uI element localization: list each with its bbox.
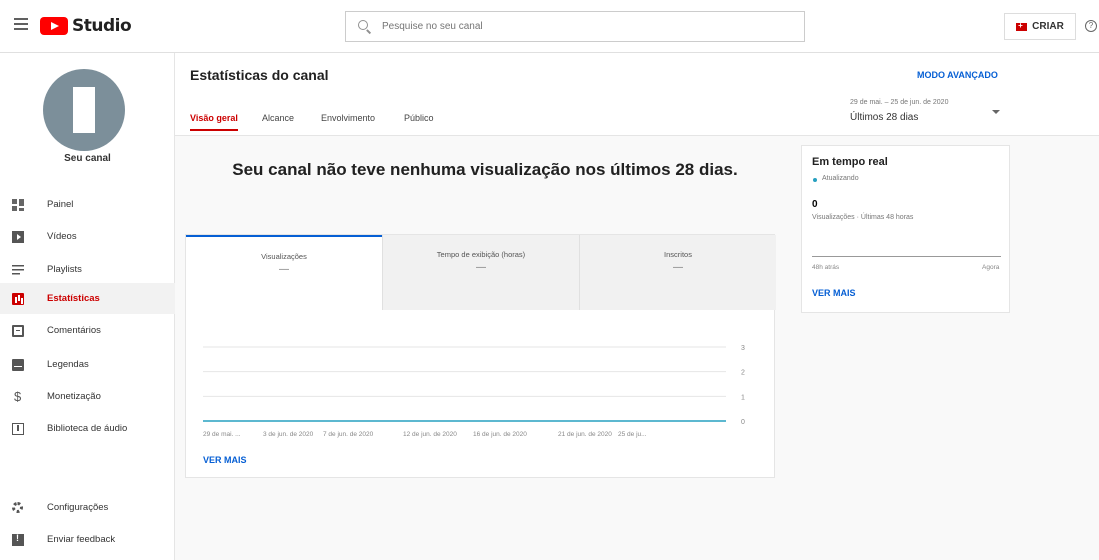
- metric-label: Visualizações: [261, 252, 307, 261]
- metric-value: —: [279, 264, 289, 275]
- y-tick-label: 0: [741, 419, 745, 426]
- realtime-card: Em tempo real Atualizando 0 Visualizaçõe…: [801, 145, 1010, 313]
- date-range[interactable]: 29 de mai. – 25 de jun. de 2020: [850, 99, 948, 106]
- realtime-status: Atualizando: [822, 175, 859, 182]
- metric-tabs: Visualizações — Tempo de exibição (horas…: [186, 235, 776, 310]
- comment-icon: [12, 324, 24, 337]
- metric-tab-watch-time[interactable]: Tempo de exibição (horas) —: [382, 235, 579, 310]
- chevron-down-icon[interactable]: [992, 110, 1000, 114]
- realtime-count: 0: [812, 199, 818, 210]
- sidebar-item-audio-library[interactable]: Biblioteca de áudio: [0, 413, 175, 444]
- sidebar-item-label: Playlists: [47, 264, 82, 275]
- sidebar-item-playlists[interactable]: Playlists: [0, 254, 175, 285]
- tab-audience[interactable]: Público: [404, 113, 434, 129]
- sidebar-item-monetization[interactable]: $ Monetização: [0, 381, 175, 412]
- sidebar: Seu canal Painel Vídeos Playlists Estatí…: [0, 53, 175, 560]
- studio-logo[interactable]: Studio: [40, 16, 132, 36]
- y-tick-label: 2: [741, 370, 745, 377]
- realtime-axis-end: Agora: [982, 264, 1000, 271]
- tab-engagement[interactable]: Envolvimento: [321, 113, 375, 129]
- sidebar-item-label: Estatísticas: [47, 293, 100, 304]
- realtime-subtitle: Visualizações · Últimas 48 horas: [812, 214, 914, 221]
- sidebar-item-label: Comentários: [47, 325, 101, 336]
- sidebar-item-label: Painel: [47, 199, 74, 210]
- create-button[interactable]: CRIAR: [1004, 13, 1076, 40]
- y-tick-label: 3: [741, 345, 745, 352]
- metric-tab-views[interactable]: Visualizações —: [186, 235, 382, 310]
- metric-label: Tempo de exibição (horas): [436, 250, 526, 259]
- x-tick-label: 16 de jun. de 2020: [473, 431, 527, 438]
- x-tick-label: 3 de jun. de 2020: [263, 431, 314, 438]
- feedback-icon: [12, 533, 24, 546]
- sidebar-item-feedback[interactable]: Enviar feedback: [0, 524, 175, 555]
- sidebar-item-label: Monetização: [47, 391, 101, 402]
- sidebar-item-label: Vídeos: [47, 231, 77, 242]
- advanced-mode-link[interactable]: MODO AVANÇADO: [917, 70, 998, 80]
- realtime-see-more-link[interactable]: VER MAIS: [812, 288, 856, 298]
- realtime-axis: [812, 256, 1001, 257]
- tab-overview[interactable]: Visão geral: [190, 113, 238, 131]
- realtime-title: Em tempo real: [812, 156, 888, 168]
- create-video-icon: [1016, 21, 1028, 31]
- sidebar-item-dashboard[interactable]: Painel: [0, 189, 175, 220]
- views-line-chart: 0 1 2 3 29 de mai. ... 3 de jun. de 2020 7 de …: [203, 345, 745, 438]
- search-icon[interactable]: [358, 19, 372, 34]
- help-icon[interactable]: ?: [1085, 20, 1097, 32]
- gear-icon: [12, 502, 23, 513]
- channel-avatar[interactable]: [43, 69, 125, 151]
- dollar-icon: $: [14, 388, 22, 404]
- logo-text: Studio: [72, 16, 132, 36]
- y-tick-label: 1: [741, 394, 745, 401]
- realtime-axis-start: 48h atrás: [812, 264, 840, 271]
- see-more-link[interactable]: VER MAIS: [203, 455, 247, 465]
- tab-reach[interactable]: Alcance: [262, 113, 294, 129]
- top-bar: Studio CRIAR ?: [0, 0, 1099, 53]
- sidebar-item-label: Legendas: [47, 359, 89, 370]
- metric-tab-subscribers[interactable]: Inscritos —: [579, 235, 776, 310]
- create-label: CRIAR: [1032, 21, 1064, 32]
- period-selector[interactable]: Últimos 28 dias: [850, 112, 918, 123]
- youtube-play-icon: [40, 17, 68, 35]
- audio-library-icon: [12, 422, 24, 435]
- dashboard-icon: [12, 198, 24, 211]
- overview-card: Visualizações — Tempo de exibição (horas…: [185, 234, 776, 478]
- search-bar[interactable]: [345, 11, 805, 42]
- x-tick-label: 12 de jun. de 2020: [403, 431, 457, 438]
- analytics-icon: [12, 292, 24, 305]
- search-input[interactable]: [382, 21, 762, 32]
- analytics-header: Estatísticas do canal Visão geral Alcanc…: [175, 53, 1099, 136]
- sidebar-item-videos[interactable]: Vídeos: [0, 221, 175, 252]
- sidebar-item-label: Enviar feedback: [47, 534, 116, 545]
- x-tick-label: 25 de ju...: [618, 431, 647, 438]
- hamburger-menu-icon[interactable]: [14, 18, 28, 30]
- no-views-message: Seu canal não teve nenhuma visualização …: [232, 160, 738, 179]
- sidebar-item-subtitles[interactable]: Legendas: [0, 349, 175, 380]
- metric-value: —: [476, 262, 486, 273]
- x-tick-label: 21 de jun. de 2020: [558, 431, 612, 438]
- channel-name: Seu canal: [64, 153, 111, 164]
- x-tick-label: 7 de jun. de 2020: [323, 431, 374, 438]
- metric-label: Inscritos: [664, 250, 692, 259]
- sidebar-item-settings[interactable]: Configurações: [0, 492, 175, 523]
- sidebar-item-comments[interactable]: Comentários: [0, 315, 175, 346]
- playlist-icon: [12, 263, 24, 276]
- x-tick-label: 29 de mai. ...: [203, 431, 241, 438]
- metric-value: —: [673, 262, 683, 273]
- sidebar-item-label: Configurações: [47, 502, 109, 513]
- page-title: Estatísticas do canal: [190, 67, 329, 83]
- sidebar-item-label: Biblioteca de áudio: [47, 423, 128, 434]
- subtitles-icon: [12, 358, 24, 371]
- sidebar-item-analytics[interactable]: Estatísticas: [0, 283, 175, 314]
- video-icon: [12, 230, 24, 243]
